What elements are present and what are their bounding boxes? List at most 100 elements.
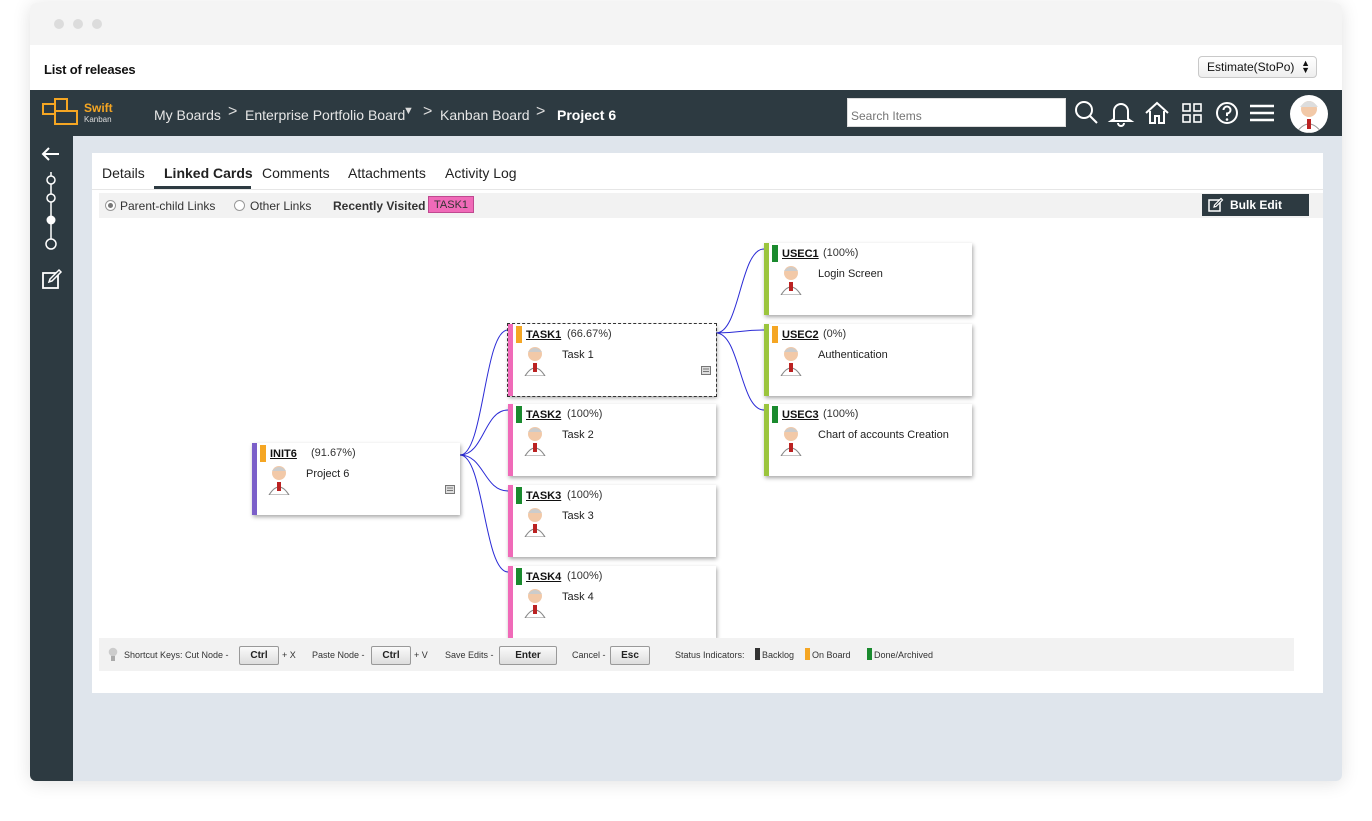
card-status-indicator bbox=[516, 568, 522, 585]
parent-child-label[interactable]: Parent-child Links bbox=[120, 199, 215, 213]
card-progress: (0%) bbox=[823, 328, 847, 340]
card-status-indicator bbox=[516, 406, 522, 423]
other-links-radio[interactable] bbox=[234, 200, 245, 211]
paste-key-v: + V bbox=[414, 650, 428, 660]
assignee-avatar-icon bbox=[780, 347, 802, 376]
assignee-avatar-icon bbox=[524, 508, 546, 537]
breadcrumb-my-boards[interactable]: My Boards bbox=[154, 107, 221, 123]
tab-linked-cards[interactable]: Linked Cards bbox=[164, 165, 253, 181]
link-connector bbox=[459, 329, 509, 456]
bulk-edit-button[interactable]: Bulk Edit bbox=[1202, 194, 1309, 216]
linked-cards-tree: INIT6 (91.67%) Project 6 TASK1 (66.67%) Task … bbox=[92, 218, 1323, 638]
linked-card-init6[interactable]: INIT6 (91.67%) Project 6 bbox=[252, 443, 460, 515]
parent-child-radio[interactable] bbox=[105, 200, 116, 211]
tab-details[interactable]: Details bbox=[102, 165, 145, 181]
assignee-avatar-icon bbox=[780, 266, 802, 295]
bulk-edit-label: Bulk Edit bbox=[1230, 198, 1283, 212]
card-detail-panel: Details Linked Cards Comments Attachment… bbox=[92, 153, 1323, 693]
card-id-link[interactable]: USEC1 bbox=[782, 248, 819, 260]
card-status-indicator bbox=[772, 245, 778, 262]
card-type-edge bbox=[508, 404, 513, 476]
card-title: Task 4 bbox=[562, 591, 594, 603]
logo-icon bbox=[42, 98, 78, 125]
card-id-link[interactable]: TASK1 bbox=[526, 329, 561, 341]
help-icon[interactable] bbox=[1213, 99, 1241, 127]
card-type-edge bbox=[508, 485, 513, 557]
cancel-label: Cancel - bbox=[572, 650, 606, 660]
recently-visited-tag[interactable]: TASK1 bbox=[428, 196, 475, 213]
linked-card-task1[interactable]: TASK1 (66.67%) Task 1 bbox=[507, 323, 717, 397]
search-input[interactable] bbox=[847, 98, 1066, 127]
left-sidebar bbox=[30, 136, 73, 781]
card-title: Login Screen bbox=[818, 268, 883, 280]
card-notes-icon[interactable] bbox=[445, 485, 455, 494]
linked-card-task2[interactable]: TASK2 (100%) Task 2 bbox=[508, 404, 716, 476]
card-id-link[interactable]: TASK3 bbox=[526, 490, 561, 502]
bulk-edit-icon bbox=[1208, 197, 1224, 212]
tab-activity-log[interactable]: Activity Log bbox=[445, 165, 517, 181]
release-header: List of releases Estimate(StoPo) ▲ ▼ bbox=[30, 45, 1342, 90]
ctrl-key: Ctrl bbox=[371, 646, 411, 665]
shortcut-label: Shortcut Keys: Cut Node - bbox=[124, 650, 229, 660]
card-id-link[interactable]: TASK2 bbox=[526, 409, 561, 421]
swiftkanban-logo[interactable]: Swift Kanban bbox=[42, 98, 122, 128]
tab-attachments[interactable]: Attachments bbox=[348, 165, 426, 181]
link-options-bar: Parent-child Links Other Links Recently … bbox=[99, 193, 1323, 218]
card-id-link[interactable]: INIT6 bbox=[270, 448, 297, 460]
page-title: List of releases bbox=[44, 62, 136, 77]
backlog-indicator bbox=[755, 648, 760, 660]
user-avatar-image bbox=[1295, 101, 1323, 133]
user-avatar[interactable] bbox=[1290, 95, 1328, 133]
link-connector bbox=[459, 409, 509, 456]
card-progress: (100%) bbox=[823, 408, 859, 420]
card-title: Task 2 bbox=[562, 429, 594, 441]
window-titlebar bbox=[30, 3, 1342, 45]
shortcut-keys-bar: Shortcut Keys: Cut Node - Ctrl + X Paste… bbox=[99, 638, 1294, 671]
linked-card-usec3[interactable]: USEC3 (100%) Chart of accounts Creation bbox=[764, 404, 972, 476]
estimate-select[interactable]: Estimate(StoPo) ▲ ▼ bbox=[1198, 56, 1317, 78]
window-close-dot[interactable] bbox=[54, 19, 64, 29]
breadcrumb-separator-icon: > bbox=[536, 103, 546, 120]
window-maximize-dot[interactable] bbox=[92, 19, 102, 29]
estimate-value: Estimate(StoPo) bbox=[1207, 60, 1295, 74]
linked-card-task3[interactable]: TASK3 (100%) Task 3 bbox=[508, 485, 716, 557]
done-label: Done/Archived bbox=[874, 650, 934, 660]
card-id-link[interactable]: TASK4 bbox=[526, 571, 561, 583]
linked-card-usec1[interactable]: USEC1 (100%) Login Screen bbox=[764, 243, 972, 315]
card-notes-icon[interactable] bbox=[701, 366, 711, 375]
card-progress: (91.67%) bbox=[311, 447, 356, 459]
card-id-link[interactable]: USEC3 bbox=[782, 409, 819, 421]
breadcrumb-current: Project 6 bbox=[557, 107, 617, 123]
notification-bell-icon[interactable] bbox=[1107, 99, 1135, 127]
card-stages-icon[interactable] bbox=[42, 172, 60, 252]
tab-comments[interactable]: Comments bbox=[262, 165, 330, 181]
assignee-avatar-icon bbox=[524, 589, 546, 618]
caret-down-icon[interactable]: ▼ bbox=[403, 105, 414, 117]
linked-card-task4[interactable]: TASK4 (100%) Task 4 bbox=[508, 566, 716, 638]
search-icon[interactable] bbox=[1072, 99, 1100, 127]
edit-icon[interactable] bbox=[41, 268, 63, 290]
card-type-edge bbox=[252, 443, 257, 515]
top-navbar: Swift Kanban My Boards > Enterprise Port… bbox=[30, 90, 1342, 136]
back-arrow-icon[interactable] bbox=[41, 146, 61, 162]
apps-grid-icon[interactable] bbox=[1178, 99, 1206, 127]
card-status-indicator bbox=[260, 445, 266, 462]
menu-hamburger-icon[interactable] bbox=[1248, 99, 1276, 127]
card-progress: (100%) bbox=[567, 489, 603, 501]
paste-label: Paste Node - bbox=[312, 650, 365, 660]
done-indicator bbox=[867, 648, 872, 660]
logo-text-swift: Swift bbox=[84, 101, 113, 115]
breadcrumb-enterprise-portfolio[interactable]: Enterprise Portfolio Board bbox=[245, 107, 405, 123]
card-type-edge bbox=[764, 404, 769, 476]
window-minimize-dot[interactable] bbox=[73, 19, 83, 29]
card-status-indicator bbox=[772, 326, 778, 343]
card-progress: (100%) bbox=[567, 408, 603, 420]
card-progress: (100%) bbox=[823, 247, 859, 259]
other-links-label[interactable]: Other Links bbox=[250, 199, 311, 213]
home-icon[interactable] bbox=[1143, 99, 1171, 127]
linked-card-usec2[interactable]: USEC2 (0%) Authentication bbox=[764, 324, 972, 396]
tab-divider bbox=[92, 189, 1323, 190]
breadcrumb-kanban-board[interactable]: Kanban Board bbox=[440, 107, 530, 123]
card-title: Authentication bbox=[818, 349, 888, 361]
card-id-link[interactable]: USEC2 bbox=[782, 329, 819, 341]
